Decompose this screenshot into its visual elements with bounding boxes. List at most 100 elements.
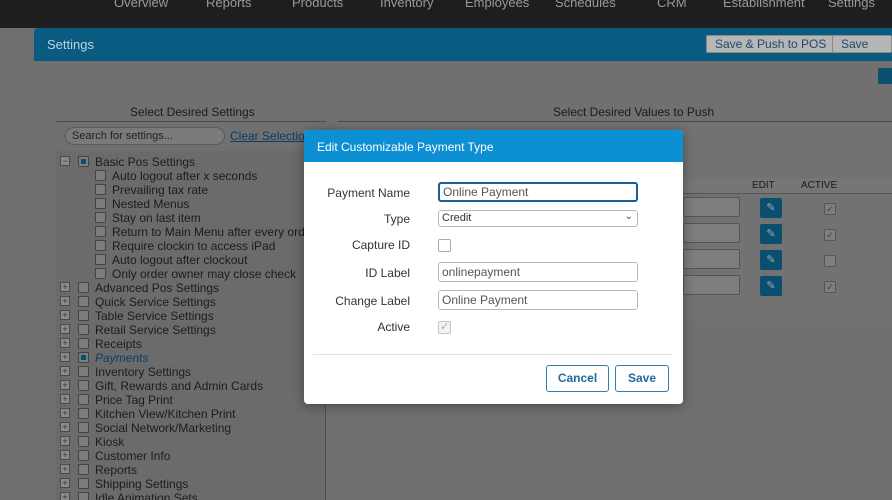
expand-icon[interactable]: +	[60, 338, 70, 348]
tree-item[interactable]: + Idle Animation Sets	[60, 491, 326, 500]
tree-item[interactable]: + Customer Info	[60, 449, 326, 463]
expand-icon[interactable]: +	[60, 478, 70, 488]
tree-item-checkbox[interactable]	[78, 324, 89, 335]
tree-item[interactable]: Auto logout after x seconds	[61, 169, 326, 183]
nav-reports[interactable]: Reports	[206, 0, 252, 10]
expand-icon[interactable]: +	[60, 436, 70, 446]
nav-schedules[interactable]: Schedules	[555, 0, 616, 10]
tree-item-checkbox[interactable]	[78, 464, 89, 475]
tree-item[interactable]: + Kitchen View/Kitchen Print	[60, 407, 326, 421]
tree-item[interactable]: Stay on last item	[61, 211, 326, 225]
save-settings-button[interactable]: Save	[832, 35, 892, 53]
collapse-icon[interactable]: −	[60, 156, 70, 166]
active-checkbox[interactable]	[824, 255, 836, 267]
expand-icon[interactable]: +	[60, 492, 70, 500]
save-button[interactable]: Save	[615, 365, 669, 392]
tree-item[interactable]: Prevailing tax rate	[61, 183, 326, 197]
tree-item-checkbox[interactable]	[78, 338, 89, 349]
expand-icon[interactable]: +	[60, 324, 70, 334]
tree-item-checkbox[interactable]	[95, 240, 106, 251]
nav-settings[interactable]: Settings	[828, 0, 875, 10]
nav-inventory[interactable]: Inventory	[380, 0, 433, 10]
nav-employees[interactable]: Employees	[465, 0, 529, 10]
tree-item-checkbox[interactable]	[95, 170, 106, 181]
tree-item-checkbox[interactable]	[78, 310, 89, 321]
save-and-push-button[interactable]: Save & Push to POS	[706, 35, 836, 53]
value-cell[interactable]	[683, 249, 740, 269]
tree-item-checkbox[interactable]	[78, 296, 89, 307]
change-label-input[interactable]	[438, 290, 638, 310]
active-checkbox[interactable]: ✓	[824, 281, 836, 293]
tree-item[interactable]: Require clockin to access iPad	[61, 239, 326, 253]
tree-item[interactable]: Return to Main Menu after every order	[61, 225, 326, 239]
tree-item-checkbox[interactable]	[78, 492, 89, 500]
tree-item[interactable]: + Reports	[60, 463, 326, 477]
tree-item[interactable]: Nested Menus	[61, 197, 326, 211]
tree-item-checkbox[interactable]	[95, 212, 106, 223]
payment-name-input[interactable]	[438, 182, 638, 202]
expand-icon[interactable]: +	[60, 450, 70, 460]
expand-icon[interactable]: +	[60, 310, 70, 320]
tree-item-checkbox[interactable]	[95, 254, 106, 265]
tree-item-checkbox[interactable]	[95, 226, 106, 237]
tree-item[interactable]: + Table Service Settings	[60, 309, 326, 323]
tree-item-checkbox[interactable]	[78, 478, 89, 489]
active-checkbox[interactable]: ✓	[824, 229, 836, 241]
pencil-icon[interactable]: ✎	[760, 276, 782, 296]
tree-item-checkbox[interactable]	[78, 380, 89, 391]
capture-id-checkbox[interactable]	[438, 239, 451, 252]
tree-item[interactable]: Auto logout after clockout	[61, 253, 326, 267]
tree-item[interactable]: + Social Network/Marketing	[60, 421, 326, 435]
tree-item-checkbox[interactable]	[78, 156, 89, 167]
tree-item[interactable]: + Price Tag Print	[60, 393, 326, 407]
tree-item[interactable]: + Advanced Pos Settings	[60, 281, 326, 295]
tree-item[interactable]: + Receipts	[60, 337, 326, 351]
expand-icon[interactable]: +	[60, 352, 70, 362]
tree-item-checkbox[interactable]	[78, 282, 89, 293]
tree-item[interactable]: + Payments	[60, 351, 326, 365]
expand-icon[interactable]: +	[60, 408, 70, 418]
value-cell[interactable]	[683, 223, 740, 243]
tree-item[interactable]: + Shipping Settings	[60, 477, 326, 491]
tree-item-checkbox[interactable]	[95, 198, 106, 209]
expand-icon[interactable]: +	[60, 464, 70, 474]
tree-item-checkbox[interactable]	[78, 450, 89, 461]
settings-search-input[interactable]: Search for settings...	[65, 127, 225, 145]
nav-overview[interactable]: Overview	[114, 0, 168, 10]
tree-item-checkbox[interactable]	[78, 352, 89, 363]
tree-item-checkbox[interactable]	[78, 366, 89, 377]
pencil-icon[interactable]: ✎	[760, 198, 782, 218]
tree-item-checkbox[interactable]	[78, 408, 89, 419]
nav-crm[interactable]: CRM	[657, 0, 687, 10]
tree-item[interactable]: − Basic Pos Settings	[60, 155, 326, 169]
active-checkbox[interactable]: ✓	[438, 321, 451, 334]
tree-item-checkbox[interactable]	[78, 394, 89, 405]
nav-establishment[interactable]: Establishment	[723, 0, 805, 10]
expand-icon[interactable]: +	[60, 394, 70, 404]
tree-item[interactable]: Only order owner may close check	[61, 267, 326, 281]
tree-item[interactable]: + Retail Service Settings	[60, 323, 326, 337]
tree-item-checkbox[interactable]	[95, 184, 106, 195]
value-cell[interactable]	[683, 275, 740, 295]
type-select[interactable]: Credit ⌄	[438, 210, 638, 227]
clear-selection-link[interactable]: Clear Selection	[230, 129, 311, 143]
expand-icon[interactable]: +	[60, 422, 70, 432]
value-cell[interactable]	[683, 197, 740, 217]
expand-icon[interactable]: +	[60, 380, 70, 390]
tree-item[interactable]: + Quick Service Settings	[60, 295, 326, 309]
tree-item[interactable]: + Gift, Rewards and Admin Cards	[60, 379, 326, 393]
tree-item-checkbox[interactable]	[78, 422, 89, 433]
expand-icon[interactable]: +	[60, 366, 70, 376]
tree-item[interactable]: + Kiosk	[60, 435, 326, 449]
cancel-button[interactable]: Cancel	[546, 365, 609, 392]
side-tab[interactable]	[878, 68, 892, 84]
tree-item-checkbox[interactable]	[78, 436, 89, 447]
id-label-input[interactable]	[438, 262, 638, 282]
nav-products[interactable]: Products	[292, 0, 343, 10]
active-checkbox[interactable]: ✓	[824, 203, 836, 215]
pencil-icon[interactable]: ✎	[760, 224, 782, 244]
tree-item-checkbox[interactable]	[95, 268, 106, 279]
pencil-icon[interactable]: ✎	[760, 250, 782, 270]
expand-icon[interactable]: +	[60, 282, 70, 292]
expand-icon[interactable]: +	[60, 296, 70, 306]
